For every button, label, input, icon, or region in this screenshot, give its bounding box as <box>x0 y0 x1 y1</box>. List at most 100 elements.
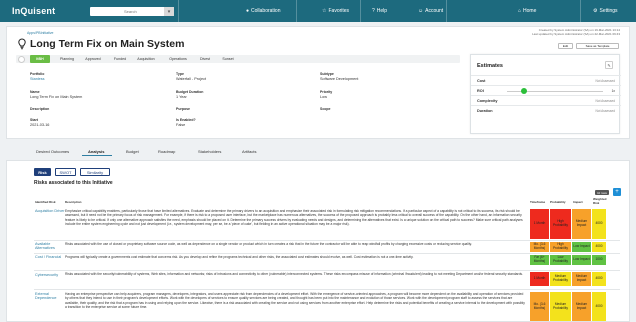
nav-divider <box>580 0 581 22</box>
stage-acquisition[interactable]: Acquisition <box>134 55 158 63</box>
portfolio-value[interactable]: Stanless <box>30 77 45 81</box>
risk-name-link[interactable]: Available Alternatives <box>35 242 65 251</box>
row-divider <box>34 289 620 290</box>
search-box[interactable]: Search ▾ <box>90 7 174 16</box>
budget-duration-value: 1 Year <box>176 95 187 99</box>
audit-info: Created by System Administrator (SA) on … <box>532 28 620 36</box>
stage-planning[interactable]: Planning <box>58 55 76 63</box>
impact-cell: Medium Impact <box>572 209 591 239</box>
risk-description: Risks associated with the security/vulne… <box>65 272 523 276</box>
budget-duration-label: Budget Duration <box>176 90 204 94</box>
timeframe-cell: 1 Month <box>530 209 549 239</box>
roi-slider-handle[interactable] <box>521 88 527 94</box>
tab-desired-outcomes[interactable]: Desired Outcomes <box>36 149 69 154</box>
risk-description: Programs will typically create a governm… <box>65 255 414 259</box>
timeframe-cell: Far (6+ Months) <box>530 255 549 265</box>
nav-divider <box>296 0 297 22</box>
row-divider <box>34 270 620 271</box>
description-label: Description <box>30 107 50 111</box>
risk-name-link[interactable]: External Dependence <box>35 292 65 301</box>
stage-active[interactable]: ItBH <box>30 55 50 63</box>
row-divider <box>34 240 620 241</box>
subtype-value: Software Development <box>320 77 359 81</box>
probability-cell: Low Probability <box>550 255 571 265</box>
tab-artifacts[interactable]: Artifacts <box>242 149 256 154</box>
estimate-row-duration: Duration Not Assessed <box>471 105 621 115</box>
home-icon: ⌂ <box>518 8 522 14</box>
impact-cell: Low Impact <box>572 242 591 252</box>
estimate-row-cost: Cost Not Assessed <box>471 75 621 85</box>
stage-approved[interactable]: Approved <box>82 55 104 63</box>
is-enabled-value: False <box>176 123 186 127</box>
tab-roadmap[interactable]: Roadmap <box>158 149 175 154</box>
search-icon[interactable]: ▾ <box>164 7 174 16</box>
priority-value: Low <box>320 95 327 99</box>
nav-help[interactable]: ? Help <box>372 8 387 14</box>
tab-budget[interactable]: Budget <box>126 149 139 154</box>
timeframe-cell: Mo. (3-6 Months) <box>530 292 549 321</box>
risk-name-link[interactable]: Acquisition Driver <box>35 209 65 213</box>
risk-description: Having an enterprise perspective can hel… <box>65 292 525 310</box>
nav-favorites[interactable]: ☆ Favorites <box>322 8 349 14</box>
scope-label: Scope <box>320 107 331 111</box>
breadcrumb[interactable]: Apps/PBInitiative <box>27 31 53 35</box>
active-tab-indicator <box>82 155 112 156</box>
col-impact[interactable]: Impact <box>573 200 583 205</box>
nav-collaboration[interactable]: ● Collaboration <box>246 8 281 14</box>
nav-settings[interactable]: ⚙ Settings <box>593 8 618 14</box>
lifecycle-stage-bar: ItBH Planning Approved Funded Acquisitio… <box>16 55 460 63</box>
priority-label: Priority <box>320 90 333 94</box>
nav-account[interactable]: ☺ Account <box>418 8 443 14</box>
col-weighted-risk[interactable]: Weighted Risk <box>593 197 607 205</box>
impact-cell: Medium Impact <box>572 272 591 286</box>
weighted-risk-cell: 1000 <box>592 255 606 265</box>
tab-analysis[interactable]: Analysis <box>88 149 104 154</box>
risk-name-link[interactable]: Cost / Financial <box>35 255 65 259</box>
timeframe-cell: 1 Month <box>530 272 549 286</box>
search-input[interactable]: Search <box>90 9 137 14</box>
edit-button[interactable]: Edit <box>558 43 573 49</box>
pencil-icon[interactable]: ✎ <box>605 61 613 69</box>
estimates-panel: Estimates ✎ Cost Not Assessed ROI 1x Com… <box>470 54 621 134</box>
star-icon: ☆ <box>322 8 327 14</box>
col-description[interactable]: Description <box>65 200 82 205</box>
is-enabled-label: Is Enabled? <box>176 118 196 122</box>
people-icon: ● <box>246 8 250 14</box>
nav-divider <box>178 0 179 22</box>
col-identified-risk[interactable]: Identified Risk <box>35 200 56 205</box>
start-label: Start <box>30 118 38 122</box>
add-risk-button[interactable]: + <box>613 188 621 196</box>
nav-home[interactable]: ⌂ Home <box>518 8 536 14</box>
estimate-row-complexity: Complexity Not Assessed <box>471 95 621 105</box>
nav-divider <box>446 0 447 22</box>
updated-line: Last updated by System Administrator (SA… <box>532 32 620 36</box>
app-logo[interactable]: InQuisent <box>12 6 55 16</box>
similarity-button[interactable]: Similarity <box>80 168 110 176</box>
risks-title: Risks associated to this Initiative <box>34 180 113 186</box>
estimate-row-roi: ROI 1x <box>471 85 621 95</box>
stage-divest[interactable]: Divest <box>198 55 212 63</box>
swot-button[interactable]: SWOT <box>55 168 76 176</box>
estimates-title: Estimates <box>477 63 503 69</box>
risk-name-link[interactable]: Cybersecurity <box>35 273 65 277</box>
user-icon: ☺ <box>418 8 424 14</box>
row-divider <box>34 253 620 254</box>
stage-sunset[interactable]: Sunset <box>220 55 236 63</box>
gear-icon: ⚙ <box>593 8 598 14</box>
probability-cell: Medium Probability <box>550 272 571 286</box>
stage-operations[interactable]: Operations <box>166 55 190 63</box>
lightbulb-icon <box>18 38 26 50</box>
tab-stakeholders[interactable]: Stakeholders <box>198 149 221 154</box>
risk-description: Emphasize critical capability enablers, … <box>65 209 523 227</box>
col-timeframe[interactable]: Timeframe <box>530 200 545 205</box>
weighted-risk-cell: 4000 <box>592 209 606 239</box>
stage-start-marker <box>18 55 25 63</box>
risk-description: Risks associated with the use of closed … <box>65 242 472 246</box>
save-as-template-button[interactable]: Save as Template <box>576 43 619 49</box>
impact-cell: Medium Impact <box>572 292 591 321</box>
col-probability[interactable]: Probability <box>550 200 566 205</box>
risk-button[interactable]: Risk <box>34 168 51 176</box>
stage-funded[interactable]: Funded <box>112 55 128 63</box>
name-value: Long Term Fix on Main System <box>30 95 83 99</box>
top-nav-bar: InQuisent Search ▾ ● Collaboration ☆ Favor… <box>0 0 636 22</box>
